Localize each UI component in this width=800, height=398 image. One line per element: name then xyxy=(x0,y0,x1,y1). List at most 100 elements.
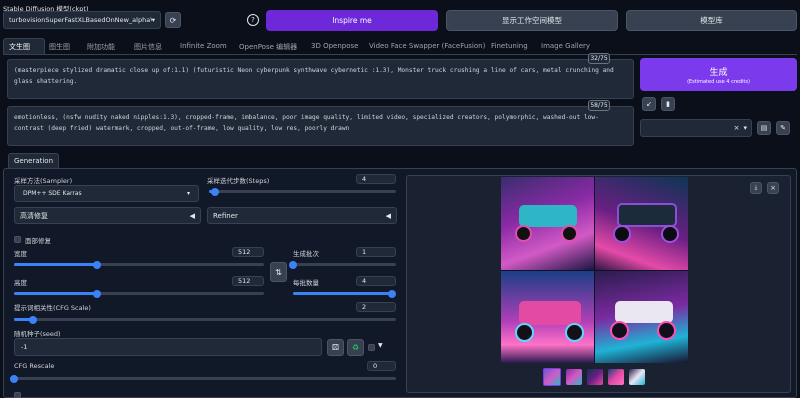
sampler-value: DPM++ SDE Karras xyxy=(23,190,82,197)
clear-icon[interactable]: × xyxy=(734,124,740,132)
prompt-textarea[interactable]: (masterpiece stylized dramatic close up … xyxy=(7,59,634,99)
tab-infinite-zoom[interactable]: Infinite Zoom xyxy=(180,42,227,50)
result-image-4[interactable] xyxy=(595,271,688,363)
close-icon: × xyxy=(770,184,776,192)
workspace-model-button[interactable]: 显示工作空间模型 xyxy=(446,10,618,31)
cfg-rescale-slider-handle[interactable] xyxy=(10,374,18,383)
batch-count-slider[interactable] xyxy=(289,260,396,269)
result-image-3[interactable] xyxy=(501,271,594,363)
batch-size-input[interactable]: 4 xyxy=(356,276,396,286)
help-icon[interactable]: ? xyxy=(247,14,259,26)
caret-down-icon[interactable]: ▼ xyxy=(378,342,383,349)
cfg-rescale-slider[interactable] xyxy=(10,374,396,383)
truck-body-shape xyxy=(519,205,577,227)
paste-params-button[interactable]: ↙ xyxy=(642,97,656,111)
hires-fix-accordion[interactable]: 高清修复 ◀ xyxy=(14,207,201,224)
width-slider-handle[interactable] xyxy=(92,260,101,269)
chevron-down-icon: ▾ xyxy=(743,124,747,132)
tab-3d-openpose[interactable]: 3D Openpose xyxy=(311,42,358,50)
height-label: 高度 xyxy=(14,279,27,287)
refresh-icon: ⟳ xyxy=(169,15,177,25)
height-input[interactable]: 512 xyxy=(232,276,264,286)
batch-size-slider[interactable] xyxy=(293,289,396,298)
chevron-down-icon: ▾ xyxy=(186,190,190,197)
trash-icon: ▮ xyxy=(666,100,670,108)
inspire-button[interactable]: Inspire me xyxy=(266,10,438,31)
width-slider-fill xyxy=(14,263,97,266)
model-library-button[interactable]: 模型库 xyxy=(626,10,797,31)
thumbnail-4[interactable] xyxy=(629,369,645,385)
thumbnail-3[interactable] xyxy=(608,369,624,385)
tab-divider xyxy=(3,54,797,55)
thumbnail-2[interactable] xyxy=(587,369,603,385)
cfg-scale-slider[interactable] xyxy=(14,315,396,324)
close-gallery-button[interactable]: × xyxy=(767,182,779,194)
checkpoint-select[interactable]: turbovisionSuperFastXLBasedOnNew_alphaV … xyxy=(3,11,161,29)
tab-finetuning[interactable]: Finetuning xyxy=(491,42,528,50)
width-slider[interactable] xyxy=(14,260,264,269)
pencil-icon: ✎ xyxy=(780,124,786,132)
tab-image-gallery[interactable]: Image Gallery xyxy=(541,42,590,50)
negative-token-counter: 58/75 xyxy=(588,100,610,111)
edit-styles-button[interactable]: ▤ xyxy=(757,121,771,135)
steps-slider-handle[interactable] xyxy=(210,187,219,196)
sampler-select[interactable]: DPM++ SDE Karras ▾ xyxy=(14,185,199,202)
seed-input[interactable]: -1 xyxy=(14,338,322,356)
face-restore-label: 面部修复 xyxy=(25,237,51,245)
negative-prompt-textarea[interactable]: emotionless, (nsfw nudity naked nipples:… xyxy=(7,106,634,146)
clear-prompt-button[interactable]: ▮ xyxy=(661,97,675,111)
tab-face-swapper[interactable]: Video Face Swapper (FaceFusion) xyxy=(369,42,485,50)
result-image-2[interactable] xyxy=(595,177,688,270)
face-restore-checkbox[interactable] xyxy=(14,236,21,243)
batch-size-label: 每批数量 xyxy=(293,279,319,287)
batch-count-label: 生成批次 xyxy=(293,250,319,258)
swap-dimensions-button[interactable]: ⇅ xyxy=(270,262,287,282)
tab-openpose-editor[interactable]: OpenPose 编辑器 xyxy=(239,42,297,52)
height-slider-handle[interactable] xyxy=(92,289,101,298)
thumbnail-1[interactable] xyxy=(566,369,582,385)
steps-slider[interactable] xyxy=(209,187,396,196)
height-slider[interactable] xyxy=(14,289,264,298)
arrow-icon: ↙ xyxy=(646,100,652,108)
wheel-shape xyxy=(565,323,584,342)
wheel-shape xyxy=(515,225,532,242)
result-image-1[interactable] xyxy=(501,177,594,270)
apply-styles-button[interactable]: ✎ xyxy=(776,121,790,135)
reuse-seed-button[interactable]: ♻ xyxy=(347,339,364,356)
thumbnail-grid[interactable] xyxy=(543,368,561,386)
steps-label: 采样迭代步数(Steps) xyxy=(207,177,270,185)
refresh-checkpoint-button[interactable]: ⟳ xyxy=(165,12,181,28)
checkpoint-value: turbovisionSuperFastXLBasedOnNew_alphaV xyxy=(9,16,152,24)
cfg-scale-slider-handle[interactable] xyxy=(29,315,38,324)
truck-body-shape xyxy=(519,301,581,325)
tab-png-info[interactable]: 图片信息 xyxy=(134,42,162,52)
batch-size-slider-handle[interactable] xyxy=(388,289,396,298)
chevron-down-icon: ▾ xyxy=(151,16,155,24)
width-input[interactable]: 512 xyxy=(232,247,264,257)
result-image-grid[interactable] xyxy=(501,177,688,363)
refiner-label: Refiner xyxy=(213,211,238,220)
cfg-scale-label: 提示词相关性(CFG Scale) xyxy=(14,304,91,312)
prompt-text: (masterpiece stylized dramatic close up … xyxy=(14,67,614,85)
batch-count-input[interactable]: 1 xyxy=(356,247,396,257)
generate-cost: (Estimated use 4 credits) xyxy=(687,78,750,85)
wheel-shape xyxy=(561,225,578,242)
download-button[interactable]: ⤓ xyxy=(750,182,762,194)
styles-select[interactable]: × ▾ xyxy=(640,119,752,137)
tab-extras[interactable]: 附加功能 xyxy=(87,42,115,52)
refiner-accordion[interactable]: Refiner ◀ xyxy=(207,207,397,224)
tab-generation[interactable]: Generation xyxy=(8,153,59,168)
generate-button[interactable]: 生成 (Estimated use 4 credits) xyxy=(640,58,797,91)
next-option-checkbox[interactable] xyxy=(14,392,21,398)
cfg-rescale-input[interactable]: 0 xyxy=(367,361,396,371)
seed-value: -1 xyxy=(21,343,28,351)
tab-txt2img[interactable]: 文生图 xyxy=(9,42,30,52)
cfg-scale-input[interactable]: 2 xyxy=(356,302,396,312)
batch-count-slider-handle[interactable] xyxy=(289,260,297,269)
steps-input[interactable]: 4 xyxy=(356,174,396,184)
tab-img2img[interactable]: 图生图 xyxy=(49,42,70,52)
caret-left-icon: ◀ xyxy=(189,211,195,220)
extra-seed-checkbox[interactable] xyxy=(368,344,375,351)
cfg-rescale-label: CFG Rescale xyxy=(14,362,55,370)
random-seed-button[interactable]: ⚄ xyxy=(327,339,344,356)
